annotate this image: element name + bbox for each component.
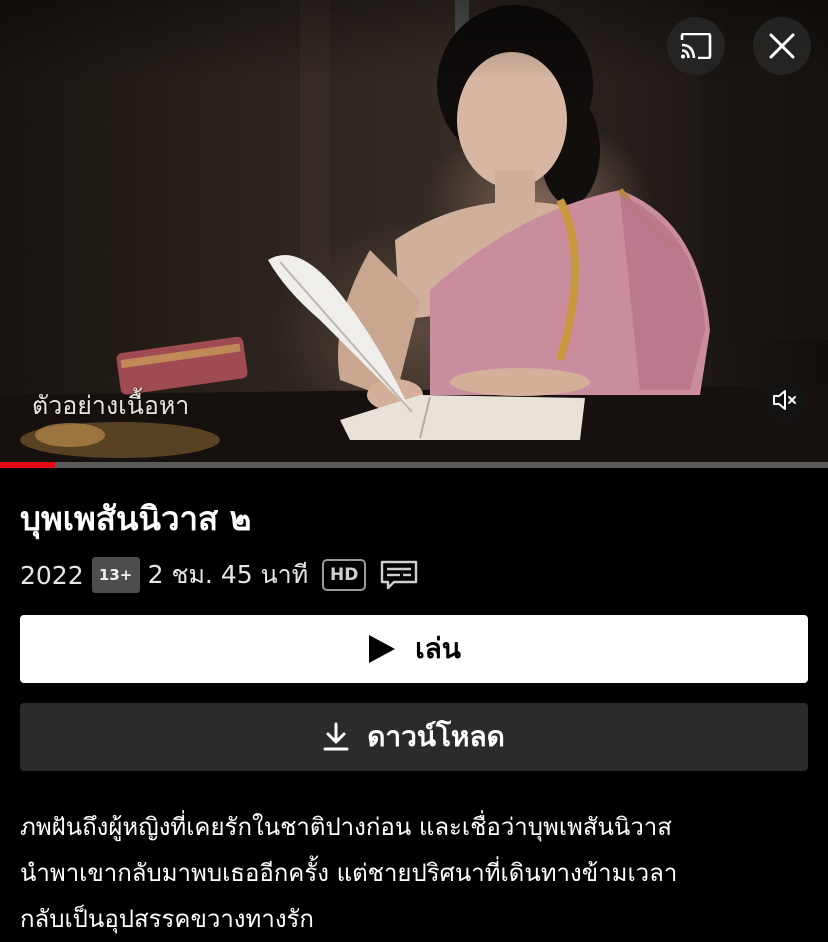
hd-badge: HD	[322, 559, 367, 591]
download-button-label: ดาวน์โหลด	[367, 720, 505, 753]
cast-button[interactable]	[667, 17, 725, 75]
runtime: 2 ชม. 45 นาที	[147, 560, 309, 589]
mute-toggle-button[interactable]	[763, 378, 807, 422]
synopsis-line: กลับเป็นอุปสรรคขวางทางรัก	[20, 905, 314, 933]
volume-muted-icon	[772, 389, 798, 411]
synopsis-line: ภพฝันถึงผู้หญิงที่เคยรักในชาติปางก่อน แล…	[20, 813, 672, 841]
preview-label: ตัวอย่างเนื้อหา	[32, 391, 190, 420]
synopsis: ภพฝันถึงผู้หญิงที่เคยรักในชาติปางก่อน แล…	[20, 804, 820, 942]
release-year: 2022	[20, 560, 84, 590]
download-icon	[323, 722, 349, 752]
subtitles-icon	[380, 560, 418, 590]
cast-icon	[680, 33, 712, 59]
metadata-row: 2022 13+ 2 ชม. 45 นาที HD	[20, 556, 418, 594]
playback-progress-fill	[0, 462, 56, 468]
synopsis-line: นำพาเขากลับมาพบเธออีกครั้ง แต่ชายปริศนาท…	[20, 859, 678, 887]
close-icon	[769, 33, 795, 59]
play-button[interactable]: เล่น	[20, 615, 808, 683]
title-heading: บุพเพสันนิวาส ๒	[20, 499, 252, 538]
download-button[interactable]: ดาวน์โหลด	[20, 703, 808, 771]
playback-progress-bar[interactable]	[0, 462, 828, 468]
play-button-label: เล่น	[415, 632, 461, 665]
video-preview[interactable]: ตัวอย่างเนื้อหา	[0, 0, 828, 468]
close-button[interactable]	[753, 17, 811, 75]
maturity-rating-badge: 13+	[91, 557, 140, 593]
play-icon	[367, 633, 397, 665]
